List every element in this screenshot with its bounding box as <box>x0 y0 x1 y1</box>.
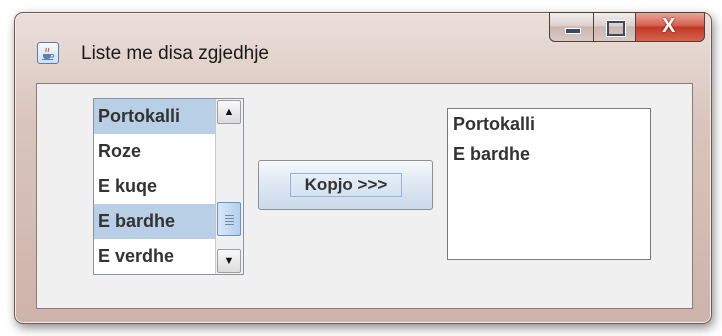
list-item[interactable]: Roze <box>94 134 216 169</box>
vertical-scrollbar[interactable]: ▲ ▼ <box>215 99 243 274</box>
list-item[interactable]: E kuqe <box>94 169 216 204</box>
list-item[interactable]: E verdhe <box>94 239 216 274</box>
arrow-down-icon: ▼ <box>223 255 235 267</box>
grip-line <box>225 221 234 222</box>
window-title: Liste me disa zgjedhje <box>81 43 269 64</box>
scrollbar-thumb[interactable] <box>217 202 241 236</box>
source-list[interactable]: Portokalli Roze E kuqe E bardhe E verdhe… <box>93 98 244 275</box>
close-icon: X <box>662 15 676 37</box>
target-list[interactable]: Portokalli E bardhe <box>447 108 651 260</box>
arrow-up-icon: ▲ <box>223 106 235 118</box>
minimize-icon <box>565 28 581 34</box>
maximize-button[interactable] <box>593 12 635 42</box>
copy-button[interactable]: Kopjo >>> <box>258 160 433 210</box>
app-window: Liste me disa zgjedhje X Portokalli Roze… <box>14 12 712 324</box>
caption-buttons: X <box>549 12 705 44</box>
list-item[interactable]: E bardhe <box>94 204 216 239</box>
content-panel: Portokalli Roze E kuqe E bardhe E verdhe… <box>36 83 693 309</box>
scroll-down-button[interactable]: ▼ <box>217 249 241 273</box>
grip-line <box>225 218 234 219</box>
close-button[interactable]: X <box>635 12 705 42</box>
list-item[interactable]: Portokalli <box>448 109 650 139</box>
list-item[interactable]: E bardhe <box>448 139 650 169</box>
maximize-icon <box>607 21 625 36</box>
source-list-items: Portokalli Roze E kuqe E bardhe E verdhe <box>94 99 216 274</box>
list-item[interactable]: Portokalli <box>94 99 216 134</box>
grip-line <box>225 224 234 225</box>
copy-button-label: Kopjo >>> <box>290 173 402 197</box>
java-cup-icon[interactable] <box>37 42 59 64</box>
scroll-up-button[interactable]: ▲ <box>217 100 241 124</box>
grip-line <box>225 215 234 216</box>
minimize-button[interactable] <box>549 12 593 42</box>
title-bar[interactable]: Liste me disa zgjedhje X <box>15 12 711 73</box>
